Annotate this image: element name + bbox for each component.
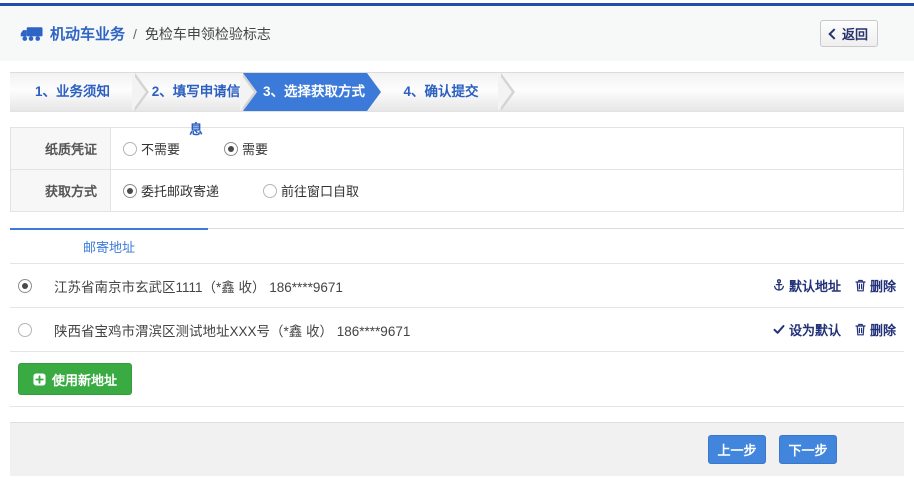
radio-option-postal-delivery[interactable]: 委托邮政寄递 <box>123 181 219 200</box>
radio-option-needed[interactable]: 需要 <box>224 139 268 158</box>
footer-bar: 上一步 下一步 <box>10 422 904 476</box>
truck-icon <box>20 26 43 42</box>
delete-address-link[interactable]: 删除 <box>855 320 896 339</box>
radio-label: 需要 <box>242 139 268 158</box>
step-3-choose-method[interactable]: 3、选择获取方式 <box>243 73 381 111</box>
form-row-paper-certificate: 纸质凭证 不需要 需要 <box>11 128 903 169</box>
page-title: 免检车申领检验标志 <box>145 24 271 44</box>
address-actions: 设为默认 删除 <box>773 320 896 339</box>
step-separator <box>135 73 149 111</box>
step-label: 4、确认提交 <box>403 84 478 99</box>
address-radio-selected[interactable] <box>18 279 32 293</box>
radio-icon[interactable] <box>123 142 137 156</box>
wizard-filler <box>515 73 904 111</box>
chevron-left-icon <box>828 28 839 39</box>
address-text: 陕西省宝鸡市渭滨区测试地址XXX号（*鑫 收） 186****9671 <box>54 320 410 340</box>
form-label-obtain-method: 获取方式 <box>11 170 111 211</box>
breadcrumb-divider: / <box>133 26 137 42</box>
trash-icon <box>855 279 866 292</box>
set-default-link[interactable]: 设为默认 <box>773 320 841 339</box>
action-label: 默认地址 <box>789 276 841 295</box>
address-row[interactable]: 陕西省宝鸡市渭滨区测试地址XXX号（*鑫 收） 186****9671 设为默认 <box>10 308 904 352</box>
delete-address-link[interactable]: 删除 <box>855 276 896 295</box>
address-text: 江苏省南京市玄武区1111（*鑫 收） 186****9671 <box>54 276 343 296</box>
mail-address-section: 邮寄地址 江苏省南京市玄武区1111（*鑫 收） 186****9671 <box>10 228 904 407</box>
step-label: 1、业务须知 <box>35 84 110 99</box>
page: 机动车业务 / 免检车申领检验标志 返回 1、业务须知 2、填写申请信息 3、选… <box>0 0 914 491</box>
default-address-badge: 默认地址 <box>773 276 841 295</box>
breadcrumb: 机动车业务 / 免检车申领检验标志 <box>20 23 271 44</box>
back-button[interactable]: 返回 <box>820 20 878 47</box>
step-4-confirm[interactable]: 4、确认提交 <box>381 73 501 111</box>
form-value-obtain-method: 委托邮政寄递 前往窗口自取 <box>111 170 903 211</box>
options-form: 纸质凭证 不需要 需要 获取方式 委托邮政寄递 <box>10 127 904 212</box>
radio-option-not-needed[interactable]: 不需要 <box>123 139 180 158</box>
address-row[interactable]: 江苏省南京市玄武区1111（*鑫 收） 186****9671 默认地址 <box>10 264 904 308</box>
address-radio[interactable] <box>18 323 32 337</box>
step-2-fill-info[interactable]: 2、填写申请信息 <box>149 73 243 111</box>
trash-icon <box>855 323 866 336</box>
radio-icon[interactable] <box>263 184 277 198</box>
use-new-address-button[interactable]: 使用新地址 <box>18 363 132 395</box>
section-title: 机动车业务 <box>50 23 125 44</box>
radio-selected-icon[interactable] <box>224 142 238 156</box>
prev-step-button[interactable]: 上一步 <box>708 435 766 464</box>
use-new-address-label: 使用新地址 <box>52 370 117 389</box>
next-step-button[interactable]: 下一步 <box>779 435 837 464</box>
radio-label: 委托邮政寄递 <box>141 181 219 200</box>
action-label: 删除 <box>870 320 896 339</box>
anchor-icon <box>773 279 785 292</box>
radio-option-window-pickup[interactable]: 前往窗口自取 <box>263 181 359 200</box>
back-button-label: 返回 <box>842 24 868 43</box>
tab-mail-address[interactable]: 邮寄地址 <box>10 228 208 263</box>
header: 机动车业务 / 免检车申领检验标志 返回 <box>0 6 914 61</box>
step-wizard: 1、业务须知 2、填写申请信息 3、选择获取方式 4、确认提交 <box>10 72 904 112</box>
check-icon <box>773 324 785 335</box>
plus-icon <box>33 373 46 386</box>
radio-selected-icon[interactable] <box>123 184 137 198</box>
form-value-paper-certificate: 不需要 需要 <box>111 128 903 169</box>
step-1-notice[interactable]: 1、业务须知 <box>10 73 135 111</box>
address-actions: 默认地址 删除 <box>773 276 896 295</box>
form-label-paper-certificate: 纸质凭证 <box>11 128 111 169</box>
action-label: 删除 <box>870 276 896 295</box>
radio-label: 前往窗口自取 <box>281 181 359 200</box>
action-label: 设为默认 <box>789 320 841 339</box>
step-label: 3、选择获取方式 <box>263 84 365 99</box>
step-separator <box>501 73 515 111</box>
radio-label: 不需要 <box>141 139 180 158</box>
tab-bar: 邮寄地址 <box>10 228 904 264</box>
tab-label: 邮寄地址 <box>83 237 135 256</box>
form-row-obtain-method: 获取方式 委托邮政寄递 前往窗口自取 <box>11 169 903 211</box>
